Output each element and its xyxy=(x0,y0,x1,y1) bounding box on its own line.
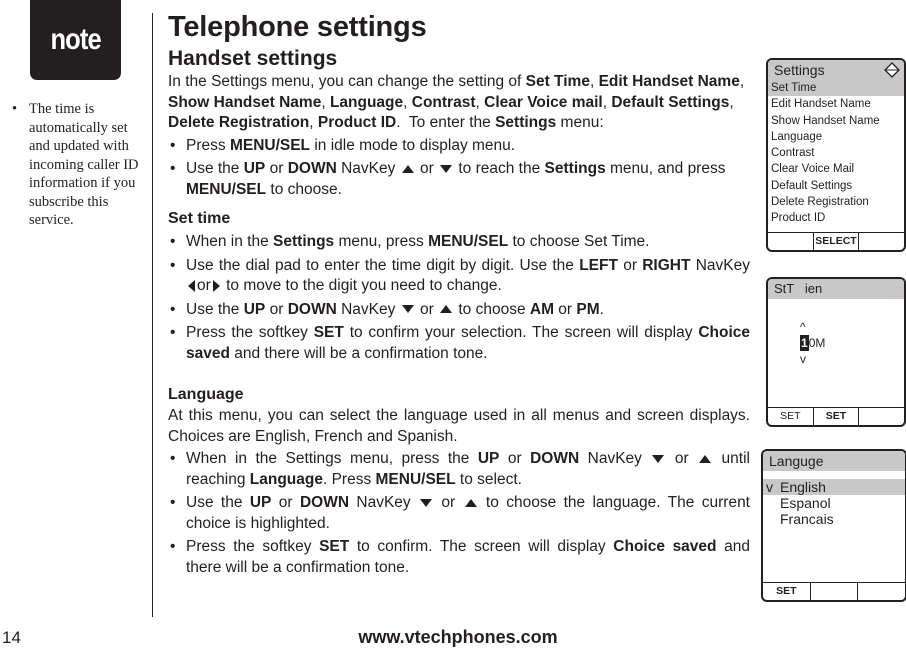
intro-item: Default Settings xyxy=(611,93,730,111)
menu-item[interactable]: Default Settings xyxy=(768,178,904,194)
bullet-item: • Use the UP or DOWN NavKey or to reach t… xyxy=(170,160,726,198)
softkey-set[interactable]: SET xyxy=(763,583,811,600)
menu-item[interactable]: Set Time xyxy=(768,80,904,97)
menu-item[interactable]: Product ID xyxy=(768,210,904,226)
set-time-screen: StT ien ^ 10M v SET SET xyxy=(766,277,906,427)
softkey-bar: SET SET xyxy=(768,407,904,425)
softkey-set[interactable]: SET xyxy=(814,408,860,425)
softkey-bar: SET xyxy=(763,582,905,600)
down-caret-icon: v xyxy=(800,352,806,366)
check-icon: v xyxy=(766,479,773,495)
language-paragraph: At this menu, you can select the languag… xyxy=(168,407,750,445)
intro-text: menu: xyxy=(556,114,604,131)
intro-paragraph: In the Settings menu, you can change the… xyxy=(168,73,745,131)
intro-bullets: • Press MENU/SEL in idle mode to display … xyxy=(168,136,750,201)
softkey-bar: SELECT xyxy=(768,232,904,250)
intro-item: Product ID xyxy=(317,114,397,131)
bullet-item: • Press the softkey SET to confirm your s… xyxy=(170,324,750,362)
side-note-item: • The time is automatically set and updat… xyxy=(12,100,147,230)
bullet-item: • Use the dial pad to enter the time digi… xyxy=(170,256,750,295)
language-bullets: • When in the Settings menu, press the UP… xyxy=(168,449,750,578)
section-title: Handset settings xyxy=(168,47,338,70)
down-arrow-icon xyxy=(440,164,453,173)
menu-item[interactable]: Language xyxy=(768,129,904,145)
footer-url[interactable]: www.vtechphones.com xyxy=(5,627,906,648)
screen-title: StT ien xyxy=(768,279,904,299)
softkey-select[interactable]: SELECT xyxy=(814,233,860,250)
menu-item[interactable]: Show Handset Name xyxy=(768,113,904,129)
language-options: v English Espanol Francais xyxy=(763,479,905,527)
page-title: Telephone settings xyxy=(168,11,427,43)
settings-screen: Settings Set Time Edit Handset Name Show… xyxy=(766,58,906,252)
bullet-item: • When in the Settings menu, press MENU/S… xyxy=(170,233,650,250)
bullet-item: • Use the UP or DOWN NavKey or to choose … xyxy=(170,494,750,532)
softkey-left[interactable] xyxy=(768,233,814,250)
intro-item: Contrast xyxy=(411,93,476,111)
main-content: Telephone settings Handset settings In t… xyxy=(168,10,750,581)
menu-item[interactable]: Contrast xyxy=(768,145,904,161)
language-option[interactable]: Francais xyxy=(763,511,905,527)
softkey-right[interactable] xyxy=(859,408,904,425)
softkey-right[interactable] xyxy=(859,233,904,250)
bullet-item: • When in the Settings menu, press the UP… xyxy=(170,450,750,488)
set-time-heading: Set time xyxy=(168,210,231,227)
intro-item: Clear Voice mail xyxy=(484,93,603,111)
down-arrow-icon xyxy=(652,454,665,463)
screen-title-text: Settings xyxy=(774,62,825,78)
intro-item: Delete Registration xyxy=(168,114,310,131)
down-arrow-icon xyxy=(420,498,433,507)
set-time-bullets: • When in the Settings menu, press MENU/S… xyxy=(168,232,750,364)
language-screen: Languge v English Espanol Francais SET xyxy=(761,449,906,602)
softkey-middle[interactable] xyxy=(811,583,859,600)
language-heading: Language xyxy=(168,386,244,403)
selected-digit[interactable]: 1 xyxy=(800,335,809,351)
intro-item: Show Handset Name xyxy=(168,93,322,111)
up-caret-icon: ^ xyxy=(800,320,806,334)
screen-title: Languge xyxy=(763,451,905,471)
intro-item: Set Time xyxy=(525,73,590,90)
down-arrow-icon xyxy=(401,305,414,314)
intro-item: Language xyxy=(329,93,404,111)
intro-text: In the Settings menu, you can change the… xyxy=(168,73,526,90)
up-arrow-icon xyxy=(440,305,453,314)
intro-text: To enter the xyxy=(408,114,496,131)
menu-item[interactable]: Clear Voice Mail xyxy=(768,161,904,177)
language-option[interactable]: v English xyxy=(763,479,905,495)
menu-item[interactable]: Edit Handset Name xyxy=(768,96,904,112)
bullet-item: • Use the UP or DOWN NavKey or to choose … xyxy=(170,300,604,318)
right-arrow-icon xyxy=(212,279,220,292)
screen-title: Settings xyxy=(768,60,904,80)
time-value: 10M xyxy=(800,335,825,351)
up-arrow-icon xyxy=(699,454,712,463)
bullet-item: • Press the softkey SET to confirm. The s… xyxy=(170,538,750,576)
vertical-divider xyxy=(152,13,153,617)
left-arrow-icon xyxy=(188,279,195,292)
up-arrow-icon xyxy=(401,164,414,173)
note-badge: note xyxy=(30,0,121,80)
bullet-icon: • xyxy=(12,101,18,117)
up-arrow-icon xyxy=(464,498,477,507)
intro-item: Settings xyxy=(495,114,557,131)
time-value-rest: 0M xyxy=(808,336,826,350)
language-option[interactable]: Espanol xyxy=(763,495,905,511)
softkey-right[interactable] xyxy=(858,583,905,600)
note-badge-label: note xyxy=(50,23,101,56)
settings-menu-list: Set Time Edit Handset Name Show Handset … xyxy=(768,80,904,227)
softkey-left[interactable]: SET xyxy=(768,408,814,425)
time-editor: ^ 10M v xyxy=(800,319,825,367)
side-note: • The time is automatically set and updat… xyxy=(12,100,147,230)
menu-item[interactable]: Delete Registration xyxy=(768,194,904,210)
up-down-arrow-icon xyxy=(884,62,900,78)
intro-item: Edit Handset Name xyxy=(598,73,740,90)
side-note-text: The time is automatically set and update… xyxy=(29,101,139,228)
bullet-item: • Press MENU/SEL in idle mode to display … xyxy=(170,136,516,154)
